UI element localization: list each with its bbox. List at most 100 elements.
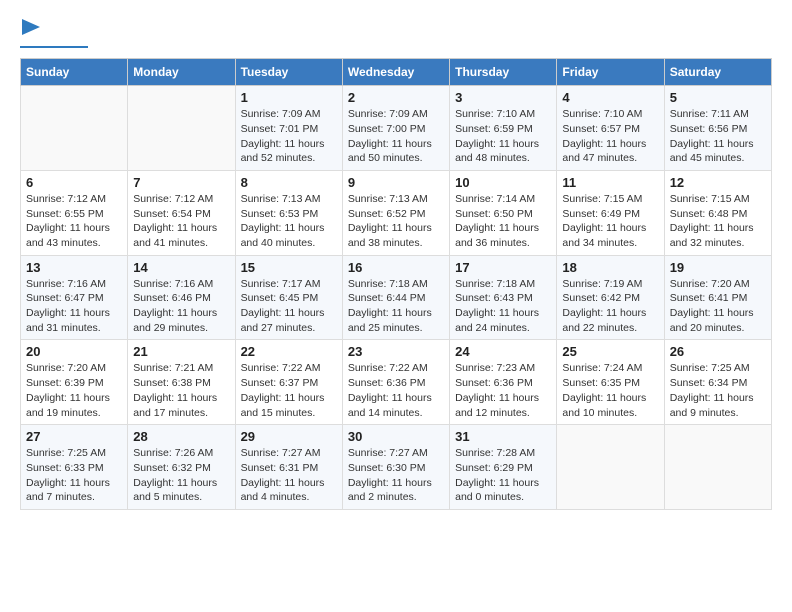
day-info: Sunrise: 7:25 AM Sunset: 6:33 PM Dayligh… bbox=[26, 446, 122, 505]
day-info: Sunrise: 7:16 AM Sunset: 6:47 PM Dayligh… bbox=[26, 277, 122, 336]
day-info: Sunrise: 7:23 AM Sunset: 6:36 PM Dayligh… bbox=[455, 361, 551, 420]
day-info: Sunrise: 7:25 AM Sunset: 6:34 PM Dayligh… bbox=[670, 361, 766, 420]
calendar-cell bbox=[664, 425, 771, 510]
day-number: 7 bbox=[133, 175, 229, 190]
calendar-cell: 28Sunrise: 7:26 AM Sunset: 6:32 PM Dayli… bbox=[128, 425, 235, 510]
calendar-cell: 4Sunrise: 7:10 AM Sunset: 6:57 PM Daylig… bbox=[557, 86, 664, 171]
calendar-table: SundayMondayTuesdayWednesdayThursdayFrid… bbox=[20, 58, 772, 510]
day-number: 27 bbox=[26, 429, 122, 444]
day-number: 2 bbox=[348, 90, 444, 105]
calendar-cell bbox=[557, 425, 664, 510]
calendar-week-row: 27 Sunrise: 7:25 AM Sunset: 6:33 PM Dayli… bbox=[21, 425, 772, 510]
day-info: Sunrise: 7:22 AM Sunset: 6:37 PM Dayligh… bbox=[241, 361, 337, 420]
calendar-cell: 5 Sunrise: 7:11 AM Sunset: 6:56 PM Daylig… bbox=[664, 86, 771, 171]
day-info: Sunrise: 7:20 AM Sunset: 6:39 PM Dayligh… bbox=[26, 361, 122, 420]
calendar-cell: 11 Sunrise: 7:15 AM Sunset: 6:49 PM Dayli… bbox=[557, 170, 664, 255]
calendar-cell: 17 Sunrise: 7:18 AM Sunset: 6:43 PM Dayli… bbox=[450, 255, 557, 340]
calendar-cell: 24Sunrise: 7:23 AM Sunset: 6:36 PM Dayli… bbox=[450, 340, 557, 425]
calendar-header-monday: Monday bbox=[128, 59, 235, 86]
day-info: Sunrise: 7:11 AM Sunset: 6:56 PM Dayligh… bbox=[670, 107, 766, 166]
calendar-week-row: 1 Sunrise: 7:09 AM Sunset: 7:01 PM Daylig… bbox=[21, 86, 772, 171]
day-info: Sunrise: 7:14 AM Sunset: 6:50 PM Dayligh… bbox=[455, 192, 551, 251]
day-info: Sunrise: 7:21 AM Sunset: 6:38 PM Dayligh… bbox=[133, 361, 229, 420]
calendar-header-wednesday: Wednesday bbox=[342, 59, 449, 86]
day-info: Sunrise: 7:18 AM Sunset: 6:43 PM Dayligh… bbox=[455, 277, 551, 336]
day-info: Sunrise: 7:19 AM Sunset: 6:42 PM Dayligh… bbox=[562, 277, 658, 336]
day-number: 26 bbox=[670, 344, 766, 359]
calendar-header-friday: Friday bbox=[557, 59, 664, 86]
day-info: Sunrise: 7:13 AM Sunset: 6:53 PM Dayligh… bbox=[241, 192, 337, 251]
day-number: 18 bbox=[562, 260, 658, 275]
day-number: 10 bbox=[455, 175, 551, 190]
calendar-cell: 29 Sunrise: 7:27 AM Sunset: 6:31 PM Dayli… bbox=[235, 425, 342, 510]
day-number: 17 bbox=[455, 260, 551, 275]
calendar-cell: 26 Sunrise: 7:25 AM Sunset: 6:34 PM Dayli… bbox=[664, 340, 771, 425]
day-number: 31 bbox=[455, 429, 551, 444]
calendar-header-thursday: Thursday bbox=[450, 59, 557, 86]
day-info: Sunrise: 7:10 AM Sunset: 6:59 PM Dayligh… bbox=[455, 107, 551, 166]
day-info: Sunrise: 7:18 AM Sunset: 6:44 PM Dayligh… bbox=[348, 277, 444, 336]
calendar-cell: 12Sunrise: 7:15 AM Sunset: 6:48 PM Dayli… bbox=[664, 170, 771, 255]
calendar-cell: 15Sunrise: 7:17 AM Sunset: 6:45 PM Dayli… bbox=[235, 255, 342, 340]
calendar-cell: 6 Sunrise: 7:12 AM Sunset: 6:55 PM Daylig… bbox=[21, 170, 128, 255]
calendar-cell: 18 Sunrise: 7:19 AM Sunset: 6:42 PM Dayli… bbox=[557, 255, 664, 340]
calendar-week-row: 20 Sunrise: 7:20 AM Sunset: 6:39 PM Dayli… bbox=[21, 340, 772, 425]
calendar-cell: 21 Sunrise: 7:21 AM Sunset: 6:38 PM Dayli… bbox=[128, 340, 235, 425]
calendar-cell: 19 Sunrise: 7:20 AM Sunset: 6:41 PM Dayli… bbox=[664, 255, 771, 340]
calendar-cell bbox=[128, 86, 235, 171]
day-number: 5 bbox=[670, 90, 766, 105]
day-info: Sunrise: 7:13 AM Sunset: 6:52 PM Dayligh… bbox=[348, 192, 444, 251]
calendar-cell: 7 Sunrise: 7:12 AM Sunset: 6:54 PM Daylig… bbox=[128, 170, 235, 255]
calendar-cell: 27 Sunrise: 7:25 AM Sunset: 6:33 PM Dayli… bbox=[21, 425, 128, 510]
day-number: 28 bbox=[133, 429, 229, 444]
calendar-cell: 3 Sunrise: 7:10 AM Sunset: 6:59 PM Daylig… bbox=[450, 86, 557, 171]
day-number: 6 bbox=[26, 175, 122, 190]
day-number: 25 bbox=[562, 344, 658, 359]
logo-arrow-icon bbox=[22, 16, 44, 38]
calendar-cell: 13 Sunrise: 7:16 AM Sunset: 6:47 PM Dayli… bbox=[21, 255, 128, 340]
day-info: Sunrise: 7:27 AM Sunset: 6:30 PM Dayligh… bbox=[348, 446, 444, 505]
day-number: 21 bbox=[133, 344, 229, 359]
day-number: 29 bbox=[241, 429, 337, 444]
day-info: Sunrise: 7:22 AM Sunset: 6:36 PM Dayligh… bbox=[348, 361, 444, 420]
calendar-cell: 8Sunrise: 7:13 AM Sunset: 6:53 PM Daylig… bbox=[235, 170, 342, 255]
calendar-header-saturday: Saturday bbox=[664, 59, 771, 86]
calendar-week-row: 6 Sunrise: 7:12 AM Sunset: 6:55 PM Daylig… bbox=[21, 170, 772, 255]
calendar-header-sunday: Sunday bbox=[21, 59, 128, 86]
day-info: Sunrise: 7:20 AM Sunset: 6:41 PM Dayligh… bbox=[670, 277, 766, 336]
day-number: 9 bbox=[348, 175, 444, 190]
day-number: 13 bbox=[26, 260, 122, 275]
logo bbox=[20, 20, 88, 48]
day-number: 30 bbox=[348, 429, 444, 444]
day-info: Sunrise: 7:12 AM Sunset: 6:54 PM Dayligh… bbox=[133, 192, 229, 251]
calendar-cell: 22 Sunrise: 7:22 AM Sunset: 6:37 PM Dayli… bbox=[235, 340, 342, 425]
calendar-cell: 2Sunrise: 7:09 AM Sunset: 7:00 PM Daylig… bbox=[342, 86, 449, 171]
day-number: 19 bbox=[670, 260, 766, 275]
calendar-header-row: SundayMondayTuesdayWednesdayThursdayFrid… bbox=[21, 59, 772, 86]
day-number: 3 bbox=[455, 90, 551, 105]
calendar-cell: 9 Sunrise: 7:13 AM Sunset: 6:52 PM Daylig… bbox=[342, 170, 449, 255]
calendar-cell: 10 Sunrise: 7:14 AM Sunset: 6:50 PM Dayli… bbox=[450, 170, 557, 255]
calendar-cell: 16Sunrise: 7:18 AM Sunset: 6:44 PM Dayli… bbox=[342, 255, 449, 340]
day-info: Sunrise: 7:12 AM Sunset: 6:55 PM Dayligh… bbox=[26, 192, 122, 251]
calendar-cell bbox=[21, 86, 128, 171]
day-info: Sunrise: 7:28 AM Sunset: 6:29 PM Dayligh… bbox=[455, 446, 551, 505]
calendar-cell: 1 Sunrise: 7:09 AM Sunset: 7:01 PM Daylig… bbox=[235, 86, 342, 171]
day-number: 15 bbox=[241, 260, 337, 275]
day-info: Sunrise: 7:16 AM Sunset: 6:46 PM Dayligh… bbox=[133, 277, 229, 336]
calendar-cell: 25 Sunrise: 7:24 AM Sunset: 6:35 PM Dayli… bbox=[557, 340, 664, 425]
day-number: 1 bbox=[241, 90, 337, 105]
day-number: 20 bbox=[26, 344, 122, 359]
day-info: Sunrise: 7:09 AM Sunset: 7:01 PM Dayligh… bbox=[241, 107, 337, 166]
day-info: Sunrise: 7:15 AM Sunset: 6:49 PM Dayligh… bbox=[562, 192, 658, 251]
calendar-cell: 23Sunrise: 7:22 AM Sunset: 6:36 PM Dayli… bbox=[342, 340, 449, 425]
calendar-header-tuesday: Tuesday bbox=[235, 59, 342, 86]
calendar-cell: 30 Sunrise: 7:27 AM Sunset: 6:30 PM Dayli… bbox=[342, 425, 449, 510]
day-info: Sunrise: 7:24 AM Sunset: 6:35 PM Dayligh… bbox=[562, 361, 658, 420]
day-info: Sunrise: 7:27 AM Sunset: 6:31 PM Dayligh… bbox=[241, 446, 337, 505]
day-info: Sunrise: 7:10 AM Sunset: 6:57 PM Dayligh… bbox=[562, 107, 658, 166]
day-number: 14 bbox=[133, 260, 229, 275]
calendar-cell: 20 Sunrise: 7:20 AM Sunset: 6:39 PM Dayli… bbox=[21, 340, 128, 425]
day-number: 22 bbox=[241, 344, 337, 359]
day-number: 11 bbox=[562, 175, 658, 190]
